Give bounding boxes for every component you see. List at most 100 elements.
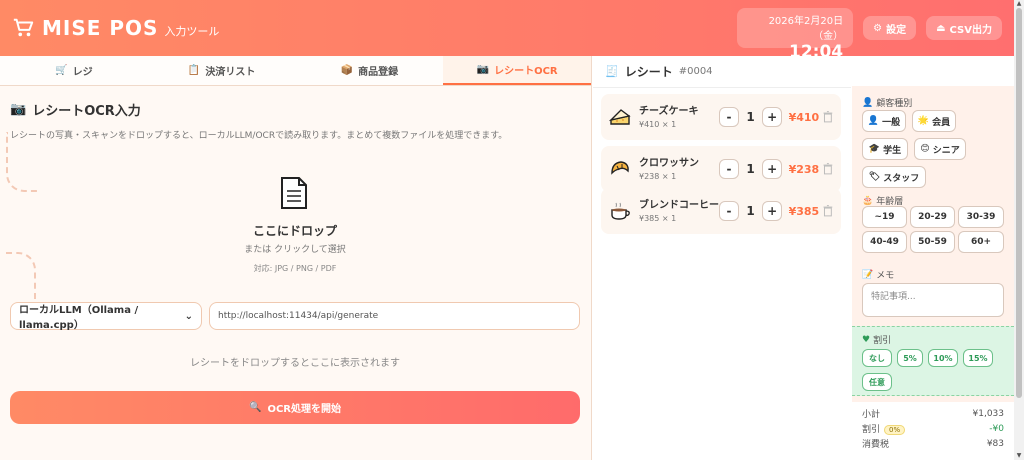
item-price: ¥238 × 1 <box>639 171 677 181</box>
drop-zone-title[interactable]: ここにドロップ <box>0 222 590 239</box>
app-header: MISE POS 入力ツール 2026年2月20日（金） 12:04 ⚙ 設定 … <box>0 0 1014 62</box>
trash-icon[interactable] <box>823 111 833 123</box>
document-icon[interactable] <box>280 176 308 210</box>
tab-label: 商品登録 <box>358 67 399 78</box>
discount-none[interactable]: なし <box>862 349 892 367</box>
age-chip[interactable]: 30-39 <box>958 206 1004 228</box>
item-name: ブレンドコーヒー <box>639 199 719 211</box>
discount-15[interactable]: 15% <box>963 349 993 367</box>
drop-zone-types: 対応: JPG / PNG / PDF <box>253 264 337 273</box>
endpoint-value: http://localhost:11434/api/generate <box>218 311 379 321</box>
age-chip[interactable]: 50-59 <box>910 231 955 253</box>
receipt-panel: 🧾 レシート #0004 チーズケーキ ¥410 × 1 - 1 + ¥410 … <box>593 56 851 460</box>
start-ocr-label: OCR処理を開始 <box>267 404 341 415</box>
receipt-title: レシート <box>624 65 673 79</box>
camera-icon: 📷 <box>476 64 490 75</box>
scroll-down-arrow[interactable]: ▼ <box>1014 452 1024 460</box>
customer-type-general[interactable]: 👤 一般 <box>862 110 906 132</box>
graduation-cap-icon: 🎓 <box>868 144 881 154</box>
customer-type-student[interactable]: 🎓 学生 <box>862 138 908 160</box>
register-icon: 🛒 <box>55 65 68 76</box>
drop-zone-subtitle[interactable]: または クリックして選択 <box>0 242 590 255</box>
tab-receipt-ocr[interactable]: 📷 レシートOCR <box>443 56 591 85</box>
endpoint-input[interactable]: http://localhost:11434/api/generate <box>209 302 580 330</box>
settings-label: 設定 <box>886 24 907 36</box>
receipt-item: ブレンドコーヒー ¥385 × 1 - 1 + ¥385 <box>601 188 841 234</box>
discount-section: ♥ 割引 なし 5% 10% 15% 任意 <box>852 326 1014 396</box>
item-total: ¥410 <box>788 110 820 124</box>
customer-type-senior[interactable]: 😊 シニア <box>914 138 966 160</box>
age-chip[interactable]: ~19 <box>862 206 907 228</box>
senior-face-icon: 😊 <box>920 144 930 154</box>
tab-register[interactable]: 🛒 レジ <box>0 56 148 85</box>
scrollbar-thumb[interactable] <box>1016 8 1022 398</box>
age-chip[interactable]: 40-49 <box>862 231 907 253</box>
customer-panel: 👤 顧客種別 👤 一般 🌟 会員 🎓 学生 😊 シニア 🏷 スタッフ 🎂 年齢層 ~19 … <box>852 86 1014 460</box>
discount-5[interactable]: 5% <box>897 349 923 367</box>
tab-product-registration[interactable]: 📦 商品登録 <box>296 56 444 85</box>
item-name: チーズケーキ <box>639 105 699 117</box>
subtotal-value: ¥1,033 <box>972 408 1005 419</box>
tab-label: レジ <box>72 67 93 78</box>
discount-summary-label: 割引 <box>862 425 881 435</box>
subtotal-label: 小計 <box>862 410 881 420</box>
page-scrollbar[interactable]: ▲ ▼ <box>1014 0 1024 460</box>
export-icon: ⏏ <box>936 22 946 34</box>
settings-button[interactable]: ⚙ 設定 <box>863 16 917 40</box>
scroll-up-arrow[interactable]: ▲ <box>1014 0 1024 8</box>
decrease-qty-button[interactable]: - <box>719 107 739 127</box>
drop-zone-border <box>6 252 36 300</box>
clock-date: 2026年2月20日（金） <box>768 16 844 42</box>
increase-qty-button[interactable]: + <box>762 159 782 179</box>
discount-custom[interactable]: 任意 <box>862 373 892 391</box>
customer-type-text: スタッフ <box>883 173 920 184</box>
coffee-icon <box>609 200 631 222</box>
receipt-icon: 🧾 <box>605 65 619 78</box>
search-icon: 🔍 <box>249 402 262 413</box>
trash-icon[interactable] <box>823 163 833 175</box>
receipt-number: #0004 <box>678 66 713 77</box>
decrease-qty-button[interactable]: - <box>719 201 739 221</box>
age-chip[interactable]: 60+ <box>958 231 1004 253</box>
item-name: クロワッサン <box>639 157 699 169</box>
increase-qty-button[interactable]: + <box>762 107 782 127</box>
cake-icon: 🎂 <box>862 195 874 206</box>
ocr-engine-select[interactable]: ローカルLLM（Ollama / llama.cpp） ⌄ <box>10 302 202 331</box>
customer-type-staff[interactable]: 🏷 スタッフ <box>862 166 926 188</box>
trash-icon[interactable] <box>823 205 833 217</box>
customer-type-member[interactable]: 🌟 会員 <box>912 110 956 132</box>
decrease-qty-button[interactable]: - <box>719 159 739 179</box>
drop-zone-border <box>6 132 38 192</box>
item-qty: 1 <box>746 110 755 124</box>
increase-qty-button[interactable]: + <box>762 201 782 221</box>
receipt-header: 🧾 レシート #0004 <box>593 56 851 88</box>
ocr-description: レシートの写真・スキャンをドロップすると、ローカルLLM/OCRで読み取ります。… <box>10 131 508 141</box>
discount-badge: 0% <box>884 425 906 435</box>
person-icon: 👤 <box>862 97 874 108</box>
memo-textarea[interactable]: 特記事項... <box>862 283 1004 317</box>
customer-type-text: 一般 <box>882 117 901 128</box>
tab-payment-list[interactable]: 📋 決済リスト <box>148 56 296 85</box>
heart-icon: ♥ <box>862 334 871 345</box>
item-total: ¥238 <box>788 162 820 176</box>
app-subtitle: 入力ツール <box>164 25 220 38</box>
result-placeholder: レシートをドロップするとここに表示されます <box>190 358 400 369</box>
summary-section: 小計 ¥1,033 割引 0% -¥0 消費税 ¥83 <box>852 402 1014 460</box>
customer-type-text: 会員 <box>932 117 951 128</box>
discount-10[interactable]: 10% <box>928 349 958 367</box>
csv-export-button[interactable]: ⏏ CSV出力 <box>926 16 1002 40</box>
camera-icon: 📷 <box>10 102 27 117</box>
tax-value: ¥83 <box>986 438 1004 449</box>
customer-type-text: 学生 <box>883 145 902 156</box>
clock: 2026年2月20日（金） 12:04 <box>737 8 854 62</box>
app-title: MISE POS <box>42 16 159 40</box>
tab-label: レシートOCR <box>494 66 558 77</box>
age-chip[interactable]: 20-29 <box>910 206 955 228</box>
start-ocr-button[interactable]: 🔍 OCR処理を開始 <box>10 391 580 424</box>
ocr-engine-value: ローカルLLM（Ollama / llama.cpp） <box>19 305 139 331</box>
customer-type-label: 👤 顧客種別 <box>862 96 912 110</box>
item-qty: 1 <box>746 162 755 176</box>
cake-icon <box>608 106 631 128</box>
item-price: ¥410 × 1 <box>639 119 677 129</box>
customer-type-text: シニア <box>932 145 960 156</box>
